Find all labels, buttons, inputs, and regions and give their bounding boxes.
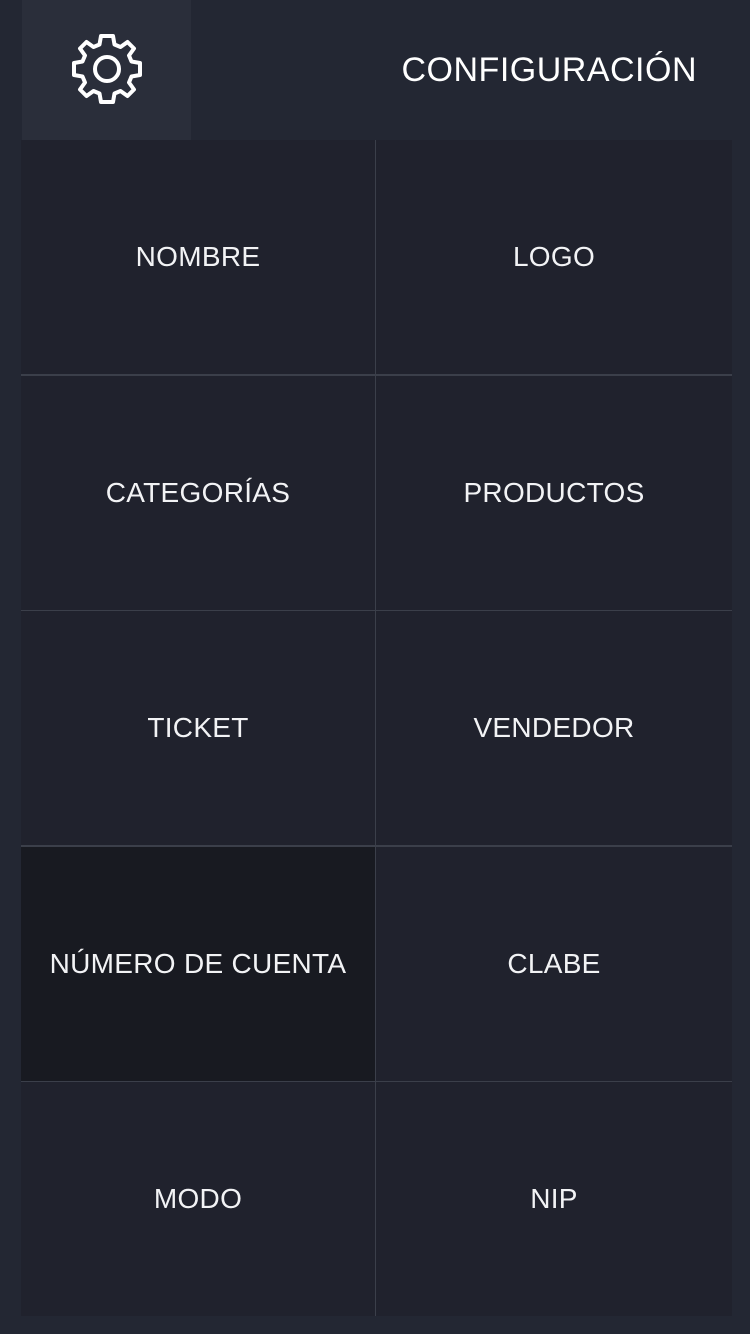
menu-item-modo[interactable]: MODO (21, 1082, 375, 1316)
settings-menu-grid: NOMBRE LOGO CATEGORÍAS PRODUCTOS TICKET … (21, 140, 732, 1316)
menu-item-clabe[interactable]: CLABE (376, 846, 732, 1081)
menu-item-ticket[interactable]: TICKET (21, 611, 375, 845)
menu-item-nombre[interactable]: NOMBRE (21, 140, 375, 374)
header: CONFIGURACIÓN (0, 0, 750, 140)
menu-item-productos[interactable]: PRODUCTOS (376, 375, 732, 610)
menu-item-nip[interactable]: NIP (376, 1082, 732, 1316)
settings-button[interactable] (22, 0, 191, 140)
gear-icon (71, 34, 142, 104)
menu-item-categorias[interactable]: CATEGORÍAS (21, 375, 375, 610)
page-title: CONFIGURACIÓN (401, 51, 697, 89)
menu-item-vendedor[interactable]: VENDEDOR (376, 611, 732, 845)
menu-item-numero-de-cuenta[interactable]: NÚMERO DE CUENTA (21, 846, 375, 1081)
menu-item-logo[interactable]: LOGO (376, 140, 732, 374)
